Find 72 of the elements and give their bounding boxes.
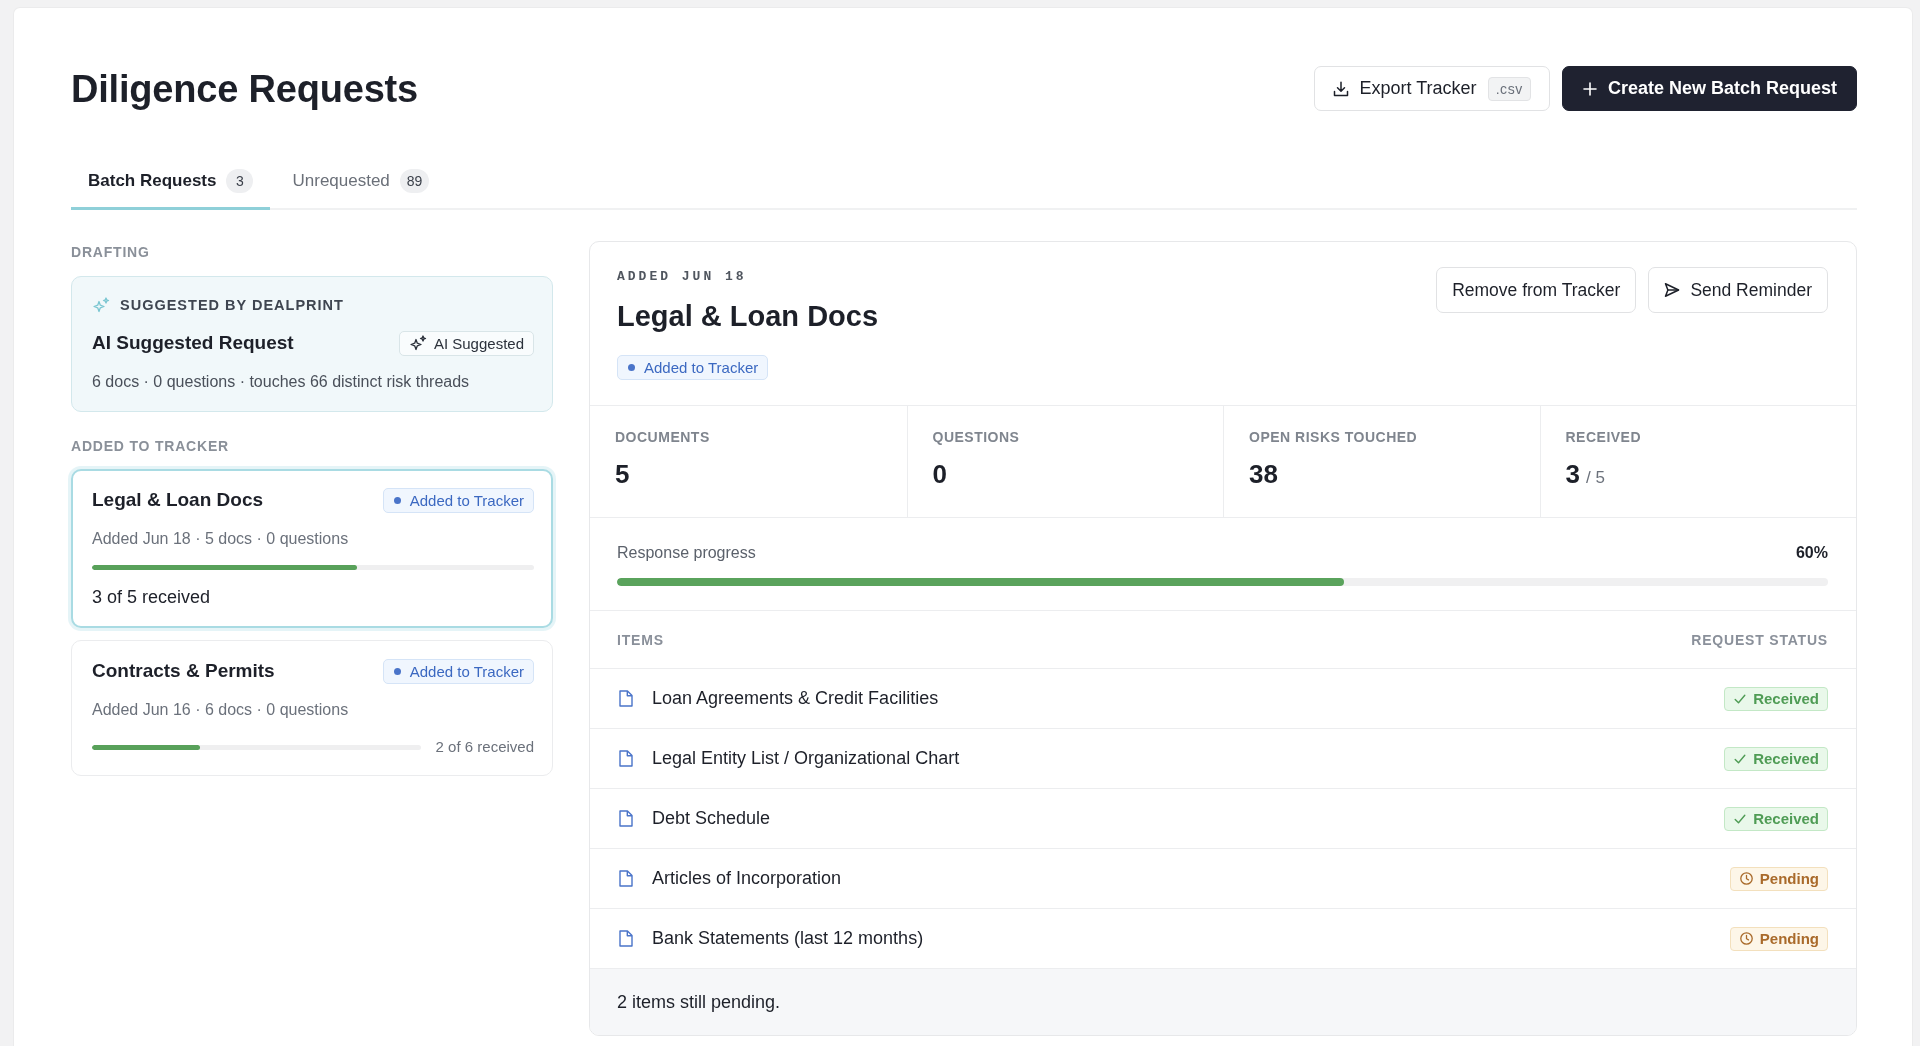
card-title: AI Suggested Request <box>92 331 294 355</box>
status-text: Pending <box>1759 930 1819 947</box>
section-heading: ADDED TO TRACKER <box>71 437 230 455</box>
eyebrow-label: SUGGESTED BY DEALPRINT <box>120 296 344 315</box>
download-icon <box>1332 80 1349 97</box>
item-name: Debt Schedule <box>652 808 772 829</box>
pending-summary: 2 items still pending. <box>617 991 781 1013</box>
progress-label: Response progress <box>617 543 756 563</box>
card-title: Legal & Loan Docs <box>92 488 264 512</box>
progress-label: 3 of 5 received <box>92 586 212 608</box>
added-date-label: ADDED JUN 18 <box>617 268 748 286</box>
stat-label: DOCUMENTS <box>615 428 711 446</box>
item-name: Legal Entity List / Organizational Chart <box>652 748 961 769</box>
status-text: Added to Tracker <box>644 358 759 378</box>
tab[interactable]: Unrequested 89 <box>275 157 447 210</box>
status-text: Received <box>1753 690 1819 707</box>
stat-total: / 5 <box>1585 467 1605 489</box>
stat-value: 3 <box>1565 458 1580 491</box>
plus-icon <box>1582 81 1597 96</box>
send-icon <box>1664 282 1681 298</box>
column-header: REQUEST STATUS <box>1691 631 1828 648</box>
export-button[interactable]: Export Tracker .csv <box>1313 66 1550 111</box>
item-name: Articles of Incorporation <box>652 868 843 889</box>
file-icon <box>619 690 633 707</box>
count-badge: 3 <box>226 169 254 193</box>
create-button[interactable]: Create New Batch Request <box>1561 66 1857 111</box>
item-name: Loan Agreements & Credit Facilities <box>652 688 940 709</box>
column-header: ITEMS <box>617 631 664 648</box>
status-text: Received <box>1753 750 1819 767</box>
card-meta: Added Jun 18 · 5 docs · 0 questions <box>92 529 350 549</box>
detail-title: Legal & Loan Docs <box>617 299 879 334</box>
count-badge: 89 <box>399 169 430 193</box>
tab[interactable]: Batch Requests 3 <box>71 157 271 210</box>
stat-value: 38 <box>1249 458 1278 491</box>
status-text: Added to Tracker <box>409 490 524 511</box>
stat-value: 0 <box>932 458 947 491</box>
clock-icon <box>1739 872 1753 885</box>
status-text: Added to Tracker <box>409 661 524 682</box>
card-meta: Added Jun 16 · 6 docs · 0 questions <box>92 700 350 720</box>
reminder-button[interactable]: Send Reminder <box>1648 267 1828 313</box>
file-type-tag: .csv <box>1487 76 1531 101</box>
sparkle-icon <box>408 335 427 351</box>
progress-percent: 60% <box>1795 543 1828 563</box>
stat-label: QUESTIONS <box>932 428 1021 446</box>
file-icon <box>619 930 633 947</box>
file-icon <box>619 870 633 887</box>
sparkle-icon <box>92 297 110 313</box>
status-dot-icon <box>393 667 401 675</box>
check-icon <box>1734 752 1747 765</box>
progress-label: 2 of 6 received <box>435 737 534 757</box>
page-title: Diligence Requests <box>71 66 418 112</box>
badge-text: AI Suggested <box>433 333 524 354</box>
status-text: Received <box>1753 810 1819 827</box>
status-text: Pending <box>1759 870 1819 887</box>
clock-icon <box>1739 932 1753 945</box>
card-title: Contracts & Permits <box>92 659 275 683</box>
remove-button[interactable]: Remove from Tracker <box>1436 267 1637 313</box>
status-dot-icon <box>628 364 635 371</box>
suggestion-card[interactable]: SUGGESTED BY DEALPRINT AI Suggested Request AI Suggested 6 docs · 0 questions · touches 66 distinct risk threads <box>71 276 553 412</box>
stat-label: RECEIVED <box>1565 428 1643 446</box>
file-icon <box>619 810 633 827</box>
request-card[interactable]: Legal & Loan Docs Added to Tracker Added Jun 18 · 5 docs · 0 questions 3 of 5 received <box>71 469 553 628</box>
file-icon <box>619 750 633 767</box>
request-card[interactable]: Contracts & Permits Added to Tracker Added Jun 16 · 6 docs · 0 questions 2 of 6 received <box>71 640 553 776</box>
section-heading: DRAFTING <box>71 243 151 261</box>
stat-value: 5 <box>615 458 630 491</box>
check-icon <box>1734 692 1747 705</box>
status-dot-icon <box>393 496 401 504</box>
check-icon <box>1734 812 1747 825</box>
stat-label: OPEN RISKS TOUCHED <box>1249 428 1419 446</box>
card-meta: 6 docs · 0 questions · touches 66 distinct risk threads <box>92 372 471 392</box>
item-name: Bank Statements (last 12 months) <box>652 928 925 949</box>
